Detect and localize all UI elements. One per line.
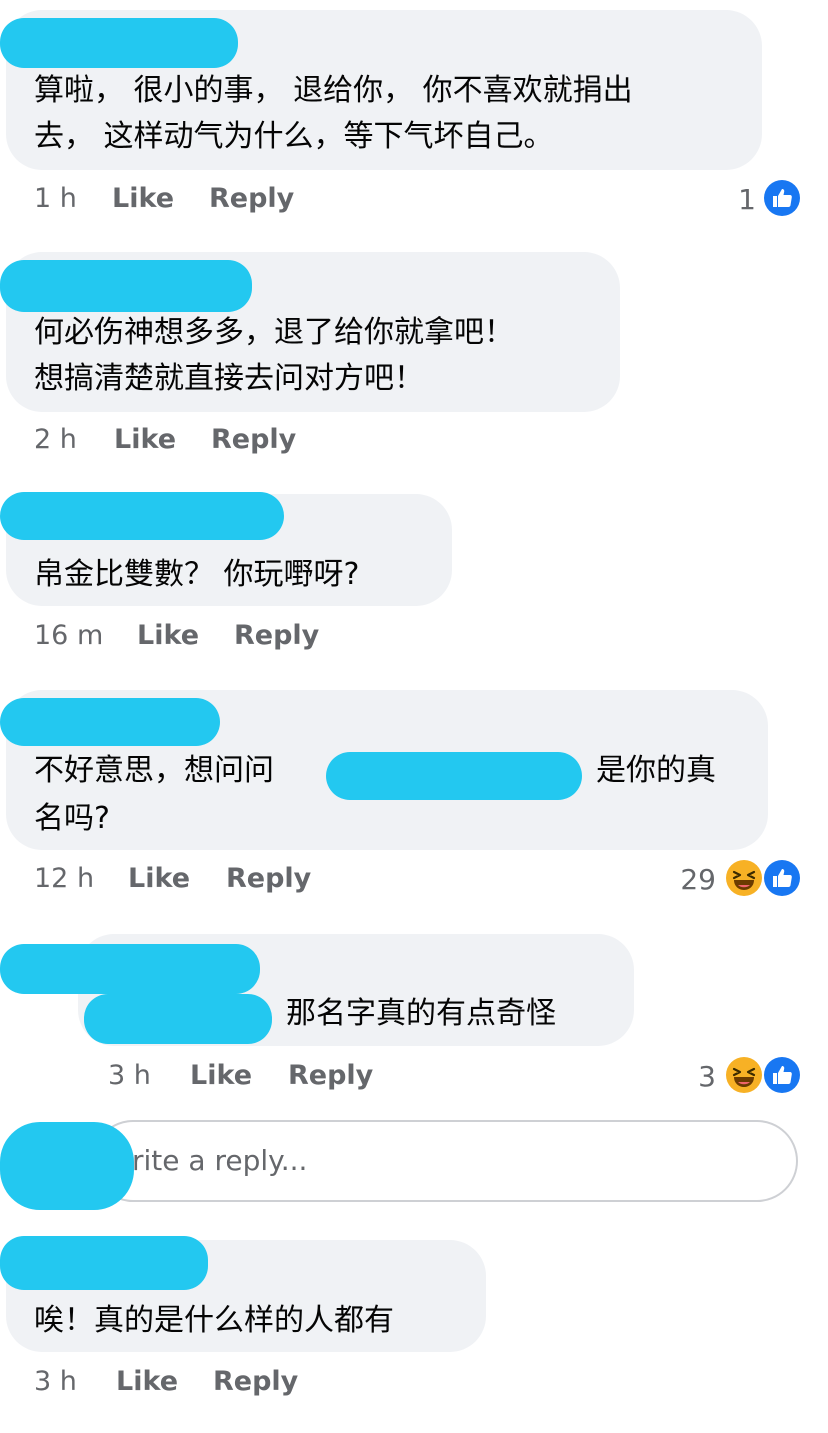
comment-text: 想搞清楚就直接去问对方吧！ <box>34 361 424 396</box>
redacted-name-mention <box>84 994 272 1044</box>
redacted-name-mention <box>326 752 582 800</box>
reply-link[interactable]: Reply <box>288 1060 373 1091</box>
comment-text: 不好意思，想问问 <box>34 753 274 788</box>
comment-text: 那名字真的有点奇怪 <box>286 996 556 1031</box>
like-link[interactable]: Like <box>128 863 190 894</box>
redacted-author-name <box>0 944 260 994</box>
comment-timestamp[interactable]: 3 h <box>34 1366 77 1397</box>
comment-text: 名吗? <box>34 801 110 836</box>
redacted-author-name <box>0 492 284 540</box>
redacted-author-name <box>0 1236 208 1290</box>
like-icon <box>762 1055 802 1095</box>
comment-text: 何必伤神想多多，退了给你就拿吧！ <box>34 315 514 350</box>
reply-placeholder: rite a reply... <box>132 1144 308 1177</box>
haha-icon <box>724 858 764 898</box>
like-link[interactable]: Like <box>114 424 176 455</box>
like-link[interactable]: Like <box>116 1366 178 1397</box>
write-reply-input[interactable]: rite a reply... <box>92 1120 798 1202</box>
reaction-count[interactable]: 29 <box>640 863 716 896</box>
redacted-avatar <box>0 1122 134 1210</box>
like-link[interactable]: Like <box>190 1060 252 1091</box>
comment-timestamp[interactable]: 12 h <box>34 863 94 894</box>
haha-icon <box>724 1055 764 1095</box>
comment-text: 是你的真 <box>596 753 716 788</box>
reaction-count[interactable]: 3 <box>660 1060 716 1093</box>
comment-text: 去， 这样动气为什么，等下气坏自己。 <box>34 119 554 154</box>
comment-text: 算啦， 很小的事， 退给你， 你不喜欢就捐出 <box>34 73 633 108</box>
reply-link[interactable]: Reply <box>234 620 319 651</box>
reaction-count[interactable]: 1 <box>700 183 756 216</box>
comment-timestamp[interactable]: 1 h <box>34 183 77 214</box>
reply-link[interactable]: Reply <box>211 424 296 455</box>
reply-link[interactable]: Reply <box>209 183 294 214</box>
reply-link[interactable]: Reply <box>226 863 311 894</box>
redacted-author-name <box>0 698 220 746</box>
like-icon <box>762 858 802 898</box>
comment-timestamp[interactable]: 16 m <box>34 620 103 651</box>
comment-timestamp[interactable]: 2 h <box>34 424 77 455</box>
comment-text: 帛金比雙數？ 你玩嘢呀? <box>34 557 360 592</box>
redacted-author-name <box>0 260 252 312</box>
redacted-author-name <box>0 18 238 68</box>
like-link[interactable]: Like <box>137 620 199 651</box>
like-link[interactable]: Like <box>112 183 174 214</box>
like-icon <box>762 178 802 218</box>
comment-text: 唉！真的是什么样的人都有 <box>34 1303 394 1338</box>
reply-link[interactable]: Reply <box>213 1366 298 1397</box>
comment-timestamp[interactable]: 3 h <box>108 1060 151 1091</box>
